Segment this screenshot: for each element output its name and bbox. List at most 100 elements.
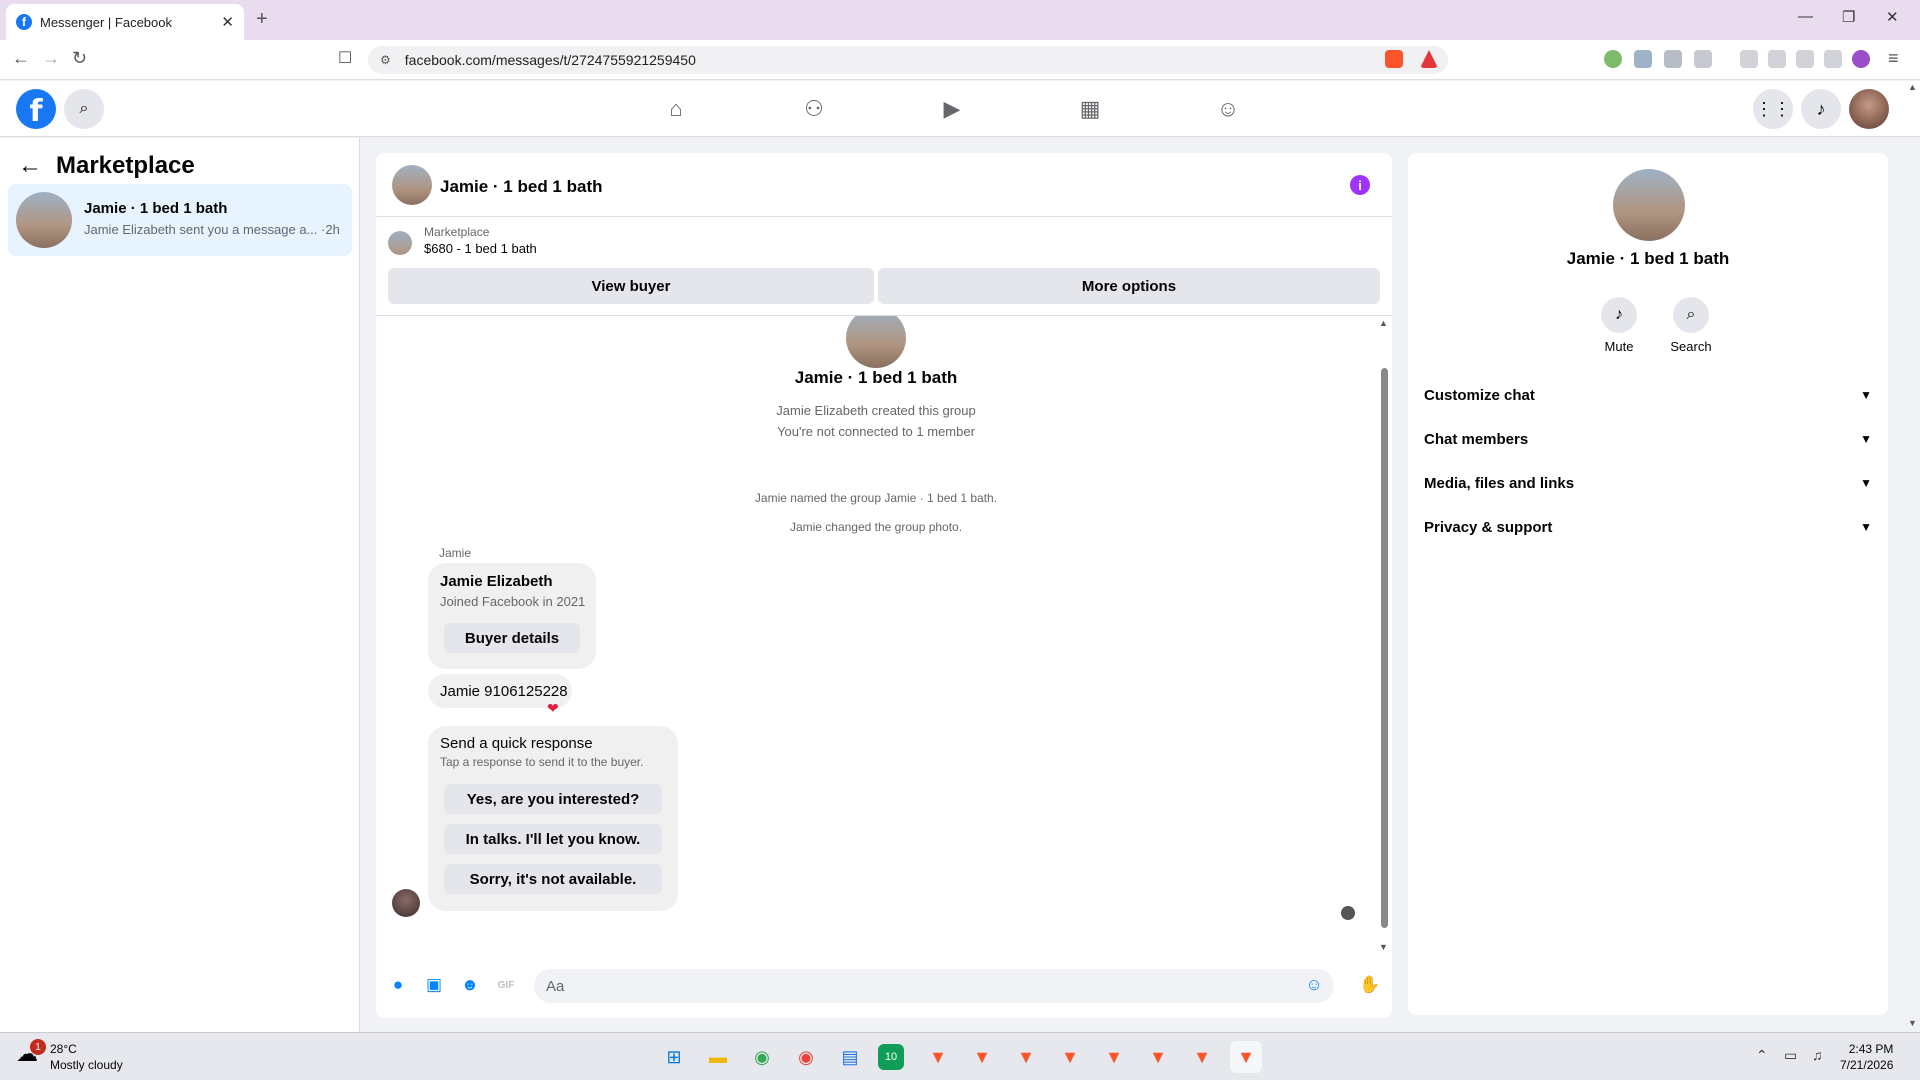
quick-response-option[interactable]: Sorry, it's not available. — [444, 864, 662, 894]
menu-icon[interactable]: ≡ — [1888, 48, 1899, 69]
brave-icon[interactable]: ▼ — [1010, 1041, 1042, 1073]
scroll-up-icon[interactable]: ▲ — [1379, 318, 1388, 328]
search-icon[interactable]: ⌕ — [64, 89, 104, 129]
quick-response-option[interactable]: In talks. I'll let you know. — [444, 824, 662, 854]
new-tab-icon[interactable]: + — [256, 8, 268, 31]
sticker-icon[interactable]: ☻ — [458, 973, 482, 997]
brave-icon[interactable]: ▼ — [1054, 1041, 1086, 1073]
chrome-icon[interactable]: ◉ — [790, 1041, 822, 1073]
site-settings-icon[interactable]: ⚙ — [380, 53, 391, 67]
brave-icon[interactable]: ▼ — [922, 1041, 954, 1073]
system-message: You're not connected to 1 member — [777, 424, 975, 439]
docs-icon[interactable]: ▤ — [834, 1041, 866, 1073]
search-button[interactable]: ⌕ Search — [1661, 297, 1721, 354]
chevron-down-icon: ▼ — [1860, 388, 1872, 402]
clock-time: 2:43 PM — [1848, 1042, 1894, 1056]
listing-title: $680 - 1 bed 1 bath — [424, 241, 537, 256]
message-text: Jamie 9106125228 — [440, 683, 568, 700]
section-chat-members[interactable]: Chat members ▼ — [1424, 417, 1872, 461]
menu-grid-icon[interactable]: ⋮⋮ — [1753, 89, 1793, 129]
chevron-down-icon: ▼ — [1860, 476, 1872, 490]
scroll-up-icon[interactable]: ▲ — [1908, 82, 1917, 92]
close-tab-icon[interactable]: ✕ — [221, 13, 234, 31]
groups-icon[interactable]: ☺ — [1208, 93, 1248, 125]
scroll-down-icon[interactable]: ▼ — [1379, 942, 1388, 952]
reload-icon[interactable]: ↻ — [72, 48, 87, 69]
restore-icon[interactable]: ❐ — [1842, 8, 1855, 26]
back-icon[interactable]: ← — [12, 48, 30, 69]
chat-avatar[interactable] — [392, 165, 432, 205]
extension-icon[interactable] — [1634, 50, 1652, 68]
view-buyer-button[interactable]: View buyer — [388, 268, 874, 304]
conversation-preview: Jamie Elizabeth sent you a message a... … — [84, 222, 340, 237]
clock[interactable]: 2:43 PM 7/21/2026 — [1840, 1041, 1893, 1073]
brave-shields-icon[interactable] — [1385, 50, 1403, 68]
gif-icon[interactable]: GIF — [494, 973, 518, 997]
forward-icon[interactable]: → — [42, 48, 60, 69]
brave-icon[interactable]: ▼ — [1186, 1041, 1218, 1073]
info-icon[interactable]: i — [1350, 175, 1370, 195]
video-icon[interactable]: ▶ — [932, 93, 972, 125]
minimize-icon[interactable]: — — [1798, 8, 1813, 25]
network-icon[interactable]: ▭ — [1784, 1047, 1797, 1064]
mute-label: Mute — [1604, 339, 1634, 354]
scrollbar-thumb[interactable] — [1381, 368, 1388, 928]
message-list[interactable]: Jamie · 1 bed 1 bath Jamie Elizabeth cre… — [376, 316, 1376, 952]
leo-ai-icon[interactable] — [1796, 50, 1814, 68]
group-photo — [846, 316, 906, 368]
weather-condition: Mostly cloudy — [50, 1058, 123, 1072]
section-customize-chat[interactable]: Customize chat ▼ — [1424, 373, 1872, 417]
home-icon[interactable]: ⌂ — [656, 93, 696, 125]
friends-icon[interactable]: ⚇ — [794, 93, 834, 125]
section-media-files-links[interactable]: Media, files and links ▼ — [1424, 461, 1872, 505]
brave-icon[interactable]: ▼ — [966, 1041, 998, 1073]
back-arrow-icon[interactable]: ← — [18, 152, 42, 180]
quick-response-option[interactable]: Yes, are you interested? — [444, 784, 662, 814]
profile-icon[interactable] — [1852, 50, 1870, 68]
emoji-icon[interactable]: ☺ — [1302, 973, 1326, 997]
thumbs-up-icon[interactable]: ✋ — [1358, 973, 1382, 997]
puzzle-extensions-icon[interactable] — [1664, 50, 1682, 68]
extension-icon[interactable] — [1604, 50, 1622, 68]
brave-icon[interactable]: ▼ — [1142, 1041, 1174, 1073]
chat-title[interactable]: Jamie · 1 bed 1 bath — [440, 177, 603, 197]
section-privacy-support[interactable]: Privacy & support ▼ — [1424, 505, 1872, 549]
brave-icon[interactable]: ▼ — [1098, 1041, 1130, 1073]
microphone-icon[interactable]: ● — [386, 973, 410, 997]
start-icon[interactable]: ⊞ — [658, 1041, 690, 1073]
conversation-avatar — [16, 192, 72, 248]
details-name: Jamie · 1 bed 1 bath — [1566, 249, 1730, 268]
scroll-down-icon[interactable]: ▼ — [1908, 1018, 1917, 1028]
mute-button[interactable]: ♪ Mute — [1589, 297, 1649, 354]
more-options-button[interactable]: More options — [878, 268, 1380, 304]
tray-expand-icon[interactable]: ⌃ — [1756, 1047, 1768, 1064]
marketplace-icon[interactable]: ▦ — [1070, 93, 1110, 125]
notifications-icon[interactable]: ♪ — [1801, 89, 1841, 129]
calendar-icon[interactable]: 10 — [878, 1044, 904, 1070]
chrome-icon[interactable]: ◉ — [746, 1041, 778, 1073]
browser-tab[interactable]: f Messenger | Facebook ✕ — [6, 4, 244, 40]
close-window-icon[interactable]: ✕ — [1886, 8, 1899, 26]
page-scrollbar[interactable]: ▲ ▼ — [1906, 82, 1920, 1032]
vpn-icon[interactable] — [1824, 50, 1842, 68]
heart-reaction-icon[interactable]: ❤ — [547, 700, 559, 717]
buyer-details-button[interactable]: Buyer details — [444, 623, 580, 653]
volume-icon[interactable]: ♫ — [1812, 1047, 1823, 1063]
extension-icon[interactable] — [1694, 50, 1712, 68]
account-avatar[interactable] — [1849, 89, 1889, 129]
sidebar-toggle-icon[interactable] — [1740, 50, 1758, 68]
file-explorer-icon[interactable]: ▬ — [702, 1041, 734, 1073]
message-input[interactable] — [534, 969, 1334, 1003]
message-scrollbar[interactable]: ▲ ▼ — [1378, 318, 1390, 958]
conversation-item[interactable]: Jamie · 1 bed 1 bath Jamie Elizabeth sen… — [8, 184, 352, 256]
weather-widget[interactable]: ☁ 1 28°C Mostly cloudy — [16, 1039, 123, 1073]
section-label: Customize chat — [1424, 386, 1535, 404]
facebook-logo[interactable]: f — [16, 89, 56, 129]
section-label: Media, files and links — [1424, 474, 1575, 492]
quick-response-subtitle: Tap a response to send it to the buyer. — [440, 755, 644, 769]
photo-icon[interactable]: ▣ — [422, 973, 446, 997]
bookmark-icon[interactable]: ☐ — [338, 48, 352, 68]
address-bar[interactable]: ⚙ facebook.com/messages/t/27247559212594… — [368, 46, 1448, 74]
wallet-icon[interactable] — [1768, 50, 1786, 68]
brave-icon-active[interactable]: ▼ — [1230, 1041, 1262, 1073]
